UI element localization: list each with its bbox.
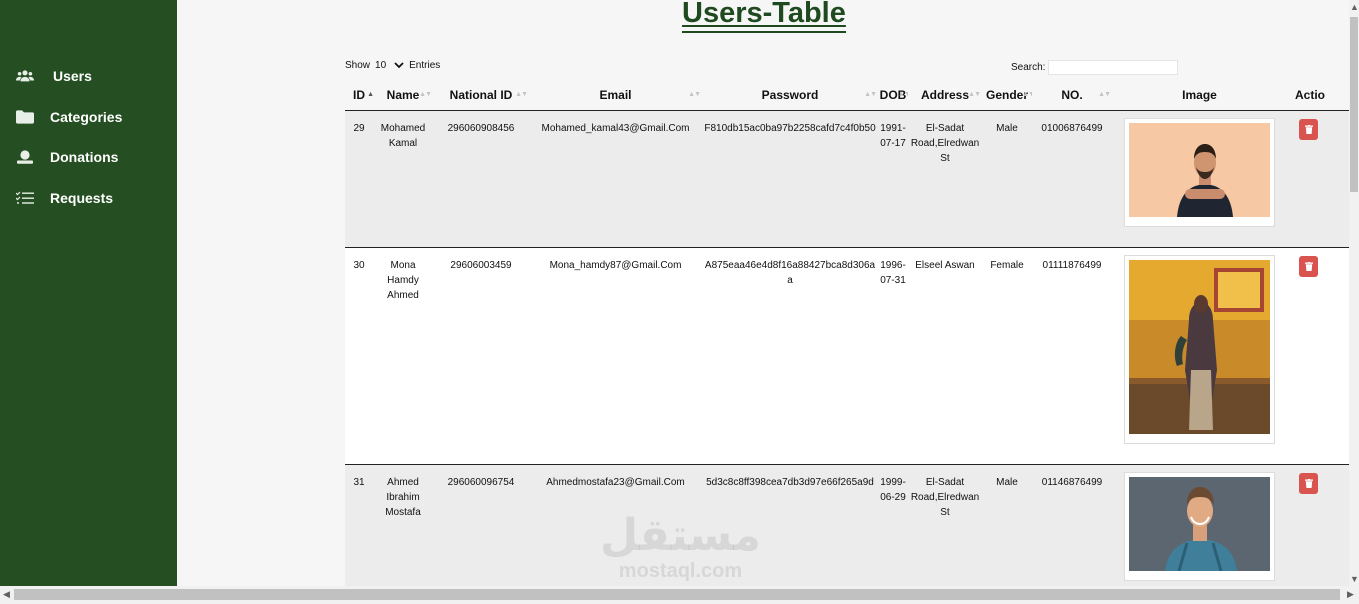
sort-icon: ▲▼ — [864, 91, 877, 98]
folder-icon — [16, 110, 34, 124]
chevron-down-icon — [394, 62, 404, 69]
column-header-actions[interactable]: Actio — [1287, 80, 1349, 111]
cell-id: 29 — [345, 110, 373, 248]
cell-gender: Male — [982, 110, 1032, 248]
entries-value: 10 — [375, 60, 387, 71]
cell-image — [1112, 110, 1287, 248]
scroll-down-icon[interactable]: ▼ — [1350, 574, 1359, 584]
sort-icon: ▲▼ — [515, 91, 528, 98]
table-header-row: ID ▲ Name ▲▼ National ID ▲▼ Email ▲▼ Passwor… — [345, 80, 1349, 111]
sidebar-item-label: Users — [53, 68, 92, 84]
column-header-name[interactable]: Name ▲▼ — [373, 80, 433, 111]
cell-id: 31 — [345, 464, 373, 586]
cell-password: F810db15ac0ba97b2258cafd7c4f0b50 — [702, 110, 878, 248]
page-title: Users-Table — [682, 0, 846, 33]
sidebar-item-label: Donations — [50, 149, 119, 165]
sidebar-item-label: Requests — [50, 190, 114, 206]
table-row: 29 Mohamed Kamal 296060908456 Mohamed_ka… — [345, 110, 1349, 248]
sort-icon: ▲▼ — [968, 91, 981, 98]
trash-icon — [1304, 479, 1313, 488]
users-icon — [16, 70, 34, 82]
scroll-left-icon[interactable]: ◀ — [3, 589, 10, 600]
trash-icon — [1304, 125, 1313, 134]
cell-name: Mona Hamdy Ahmed — [373, 247, 433, 465]
cell-phone: 01111876499 — [1032, 247, 1112, 465]
user-photo — [1124, 472, 1275, 581]
cell-email: Ahmedmostafa23@Gmail.Com — [529, 464, 702, 586]
sidebar-item-users[interactable]: Users — [16, 68, 92, 84]
cell-email: Mona_hamdy87@Gmail.Com — [529, 247, 702, 465]
user-avatar-image — [1129, 260, 1270, 434]
entries-label: Entries — [409, 60, 441, 71]
table-row: 31 Ahmed Ibrahim Mostafa 296060096754 Ah… — [345, 464, 1349, 586]
cell-actions — [1287, 464, 1349, 586]
users-table: ID ▲ Name ▲▼ National ID ▲▼ Email ▲▼ Passwor… — [345, 80, 1349, 586]
cell-password: 5d3c8c8ff398cea7db3d97e66f265a9d — [702, 464, 878, 586]
delete-button[interactable] — [1299, 473, 1318, 494]
scroll-right-icon[interactable]: ▶ — [1347, 589, 1354, 600]
cell-dob: 1996-07-31 — [878, 247, 908, 465]
cell-gender: Male — [982, 464, 1032, 586]
column-header-image[interactable]: Image — [1112, 80, 1287, 111]
donation-icon — [17, 150, 33, 164]
cell-name: Mohamed Kamal — [373, 110, 433, 248]
sort-icon: ▲▼ — [688, 91, 701, 98]
cell-address: El-Sadat Road,Elredwan St — [908, 110, 982, 248]
cell-gender: Female — [982, 247, 1032, 465]
sort-icon: ▲▼ — [419, 91, 432, 98]
users-table-container: ID ▲ Name ▲▼ National ID ▲▼ Email ▲▼ Passwor… — [345, 80, 1349, 586]
user-photo — [1124, 255, 1275, 444]
cell-actions — [1287, 247, 1349, 465]
cell-password: A875eaa46e4d8f16a88427bca8d306aa — [702, 247, 878, 465]
sort-icon: ▲▼ — [1098, 91, 1111, 98]
delete-button[interactable] — [1299, 256, 1318, 277]
cell-national-id: 296060908456 — [433, 110, 529, 248]
sidebar-item-donations[interactable]: Donations — [16, 149, 118, 165]
table-row: 30 Mona Hamdy Ahmed 29606003459 Mona_ham… — [345, 247, 1349, 465]
vertical-scrollbar[interactable]: ▲ ▼ — [1349, 0, 1359, 586]
delete-button[interactable] — [1299, 119, 1318, 140]
trash-icon — [1304, 262, 1313, 271]
show-label: Show — [345, 60, 371, 71]
list-check-icon — [16, 191, 34, 204]
cell-address: Elseel Aswan — [908, 247, 982, 465]
cell-image — [1112, 464, 1287, 586]
sidebar-item-label: Categories — [50, 109, 123, 125]
column-header-id[interactable]: ID ▲ — [345, 80, 374, 111]
search-label: Search: — [1011, 62, 1046, 73]
cell-image — [1112, 247, 1287, 465]
horizontal-scroll-thumb[interactable] — [14, 589, 1340, 600]
column-header-address[interactable]: Address ▲▼ — [908, 80, 982, 111]
user-avatar-image — [1129, 477, 1270, 572]
cell-phone: 01006876499 — [1032, 110, 1112, 248]
scroll-up-icon[interactable]: ▲ — [1350, 2, 1359, 12]
horizontal-scrollbar[interactable]: ◀ ▶ — [0, 586, 1359, 604]
cell-id: 30 — [345, 247, 373, 465]
vertical-scroll-thumb[interactable] — [1350, 17, 1358, 192]
entries-control: Show 10 Entries — [345, 60, 440, 71]
user-avatar-image — [1129, 123, 1270, 217]
cell-national-id: 29606003459 — [433, 247, 529, 465]
cell-name: Ahmed Ibrahim Mostafa — [373, 464, 433, 586]
user-photo — [1124, 118, 1275, 227]
cell-actions — [1287, 110, 1349, 248]
cell-phone: 01146876499 — [1032, 464, 1112, 586]
cell-dob: 1991-07-17 — [878, 110, 908, 248]
sidebar-item-requests[interactable]: Requests — [16, 190, 113, 206]
column-header-national-id[interactable]: National ID ▲▼ — [433, 80, 529, 111]
cell-dob: 1999-06-29 — [878, 464, 908, 586]
search-input[interactable] — [1048, 60, 1179, 75]
sidebar-item-categories[interactable]: Categories — [16, 109, 122, 125]
cell-address: El-Sadat Road,Elredwan St — [908, 464, 982, 586]
column-header-gender[interactable]: Gender ▲▼ — [982, 80, 1035, 111]
entries-select[interactable]: 10 — [375, 60, 404, 71]
cell-national-id: 296060096754 — [433, 464, 529, 586]
column-header-password[interactable]: Password ▲▼ — [702, 80, 878, 111]
column-header-email[interactable]: Email ▲▼ — [529, 80, 702, 111]
column-header-no[interactable]: NO. ▲▼ — [1032, 80, 1112, 111]
column-header-dob[interactable]: DOB ▲▼ — [878, 80, 911, 111]
search-control: Search: — [1011, 60, 1179, 75]
cell-email: Mohamed_kamal43@Gmail.Com — [529, 110, 702, 248]
sidebar: Users Categories Donations Requests — [0, 0, 177, 586]
